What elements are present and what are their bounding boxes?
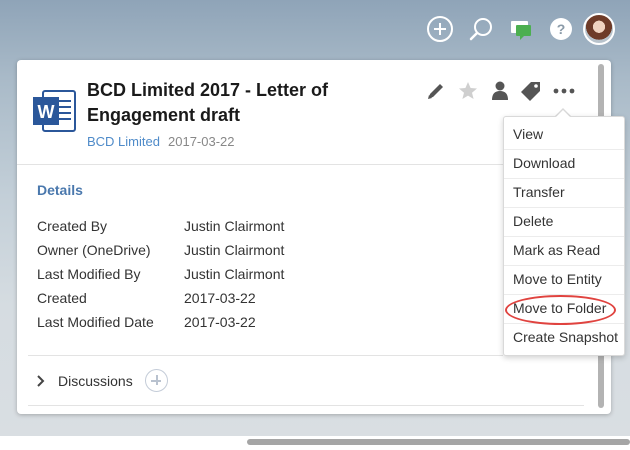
- entity-link[interactable]: BCD Limited: [87, 134, 160, 149]
- details-divider: [28, 355, 503, 356]
- star-icon: [459, 82, 477, 99]
- detail-label: Created By: [37, 218, 108, 234]
- menu-item-delete[interactable]: Delete: [504, 207, 624, 236]
- chat-icon: [511, 21, 531, 40]
- edit-button[interactable]: [424, 80, 448, 102]
- word-file-icon: W: [33, 90, 76, 132]
- help-icon: ?: [550, 18, 572, 40]
- avatar[interactable]: [583, 13, 615, 45]
- more-button[interactable]: [552, 80, 576, 102]
- search-icon: [469, 18, 492, 41]
- horizontal-scrollbar[interactable]: [247, 439, 630, 445]
- menu-item-move-to-entity[interactable]: Move to Entity: [504, 265, 624, 294]
- details-heading: Details: [37, 182, 83, 198]
- detail-value: Justin Clairmont: [184, 218, 285, 234]
- detail-value: 2017-03-22: [184, 314, 256, 330]
- add-discussion-button[interactable]: [145, 369, 168, 392]
- more-icon: [553, 88, 575, 94]
- add-button[interactable]: [425, 14, 455, 44]
- detail-label: Owner (OneDrive): [37, 242, 151, 258]
- svg-text:W: W: [38, 102, 55, 122]
- discussions-divider: [28, 405, 584, 406]
- svg-text:?: ?: [557, 21, 566, 37]
- person-icon: [492, 81, 508, 100]
- detail-value: Justin Clairmont: [184, 266, 285, 282]
- chat-button[interactable]: [506, 14, 536, 44]
- menu-item-transfer[interactable]: Transfer: [504, 178, 624, 207]
- edit-pencil-icon: [428, 84, 443, 99]
- detail-label: Last Modified Date: [37, 314, 154, 330]
- menu-item-mark-as-read[interactable]: Mark as Read: [504, 236, 624, 265]
- document-title: BCD Limited 2017 - Letter of Engagement …: [87, 80, 329, 125]
- header-divider: [17, 164, 503, 165]
- search-button[interactable]: [466, 14, 496, 44]
- discussions-toggle[interactable]: Discussions: [58, 373, 133, 389]
- add-icon: [427, 16, 453, 42]
- favorite-button[interactable]: [456, 80, 480, 102]
- tag-button[interactable]: [519, 80, 543, 102]
- chevron-right-icon[interactable]: [36, 374, 46, 388]
- detail-value: 2017-03-22: [184, 290, 256, 306]
- assign-person-button[interactable]: [488, 80, 512, 102]
- detail-label: Created: [37, 290, 87, 306]
- menu-item-create-snapshot[interactable]: Create Snapshot: [504, 323, 624, 352]
- menu-item-download[interactable]: Download: [504, 149, 624, 178]
- dropdown-caret-fill: [555, 110, 571, 118]
- document-date: 2017-03-22: [168, 134, 235, 149]
- menu-item-view[interactable]: View: [504, 120, 624, 149]
- highlight-annotation: [505, 295, 616, 325]
- help-button[interactable]: ?: [546, 14, 576, 44]
- tag-icon: [521, 82, 540, 101]
- detail-value: Justin Clairmont: [184, 242, 285, 258]
- detail-label: Last Modified By: [37, 266, 141, 282]
